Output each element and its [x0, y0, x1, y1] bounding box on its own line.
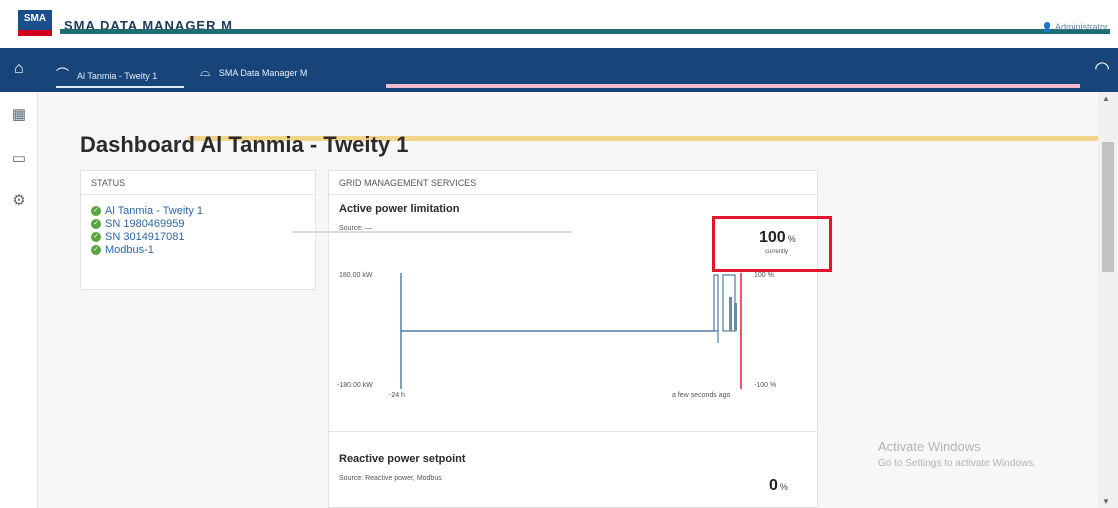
status-item[interactable]: ✓ SN 3014917081: [91, 231, 305, 244]
reactive-power-title: Reactive power setpoint: [339, 453, 466, 465]
chart-y-bottom: -180.00 kW: [337, 382, 373, 389]
speedometer-icon[interactable]: ◠: [1094, 58, 1110, 79]
user-icon: 👤: [1041, 22, 1053, 32]
check-icon: ✓: [91, 219, 101, 230]
status-item[interactable]: ✓ Al Tanmia - Tweity 1: [91, 205, 305, 218]
gear-icon[interactable]: ⚙: [10, 192, 28, 210]
monitor-icon[interactable]: ▭: [10, 150, 28, 168]
check-icon: ✓: [91, 245, 101, 256]
device-icon: ⌓: [200, 64, 211, 79]
status-item[interactable]: ✓ SN 1980469959: [91, 218, 305, 231]
nav-item-plant[interactable]: ⌒ Al Tanmia - Tweity 1: [56, 64, 157, 83]
app-header: SMA SMA DATA MANAGER M 👤 Administrator: [0, 0, 1118, 48]
nav-active-indicator: [56, 86, 184, 88]
chart-pct-bottom: -100 %: [754, 382, 776, 389]
scroll-up-arrow[interactable]: ▲: [1102, 94, 1110, 103]
status-card: STATUS ✓ Al Tanmia - Tweity 1 ✓ SN 1980469…: [80, 170, 316, 290]
chart-x-left: -24 h: [389, 392, 405, 399]
home-icon[interactable]: ⌂: [14, 60, 24, 78]
check-icon: ✓: [91, 232, 101, 243]
active-power-chart: 180.00 kW -180.00 kW 100 % -100 % -24 h …: [337, 272, 776, 399]
chart-x-right: a few seconds ago: [672, 392, 730, 399]
scroll-thumb[interactable]: [1102, 142, 1114, 272]
header-divider: [60, 29, 1110, 34]
overlay-band: [386, 84, 1080, 88]
chart-bar: [713, 274, 719, 332]
chart-bar: [729, 297, 732, 331]
user-menu[interactable]: 👤 Administrator: [1042, 22, 1108, 33]
status-card-header: STATUS: [81, 171, 315, 195]
activation-watermark-title: Activate Windows: [878, 439, 981, 454]
plant-icon: ⌒: [56, 67, 70, 82]
nav-item-device[interactable]: ⌓ SMA Data Manager M: [200, 64, 307, 80]
active-power-title: Active power limitation: [339, 203, 460, 215]
user-label: Administrator: [1054, 22, 1108, 32]
reactive-power-source: Source: Reactive power, Modbus: [339, 475, 442, 482]
chart-bar: [734, 303, 737, 331]
reactive-power-value: 0%: [769, 477, 788, 494]
grid-card-header: GRID MANAGEMENT SERVICES: [329, 171, 817, 195]
highlight-box: [712, 216, 832, 272]
status-item[interactable]: ✓ Modbus-1: [91, 244, 305, 257]
chart-y-top: 180.00 kW: [339, 272, 373, 279]
vertical-scrollbar[interactable]: ▲ ▼: [1098, 92, 1118, 508]
section-divider: [329, 431, 817, 432]
side-rail: ▦ ▭ ⚙: [0, 92, 38, 508]
overlay-line: [292, 231, 572, 233]
scroll-down-arrow[interactable]: ▼: [1102, 497, 1110, 506]
page-title: Dashboard Al Tanmia - Tweity 1: [80, 132, 409, 157]
dashboard-icon[interactable]: ▦: [10, 106, 28, 124]
activation-watermark-text: Go to Settings to activate Windows.: [878, 458, 1036, 469]
chart-pct-top: 100 %: [754, 272, 774, 279]
check-icon: ✓: [91, 206, 101, 217]
sma-logo[interactable]: SMA: [18, 10, 52, 36]
